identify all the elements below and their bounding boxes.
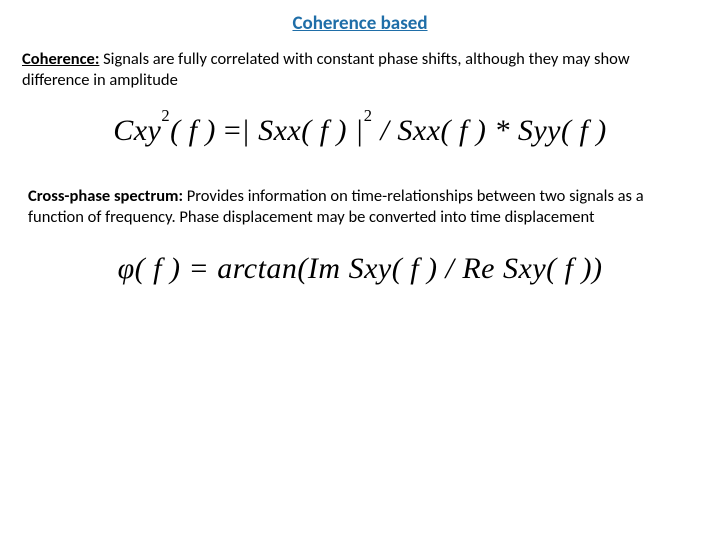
cross-phase-definition: Cross-phase spectrum: Provides informati… [28, 186, 692, 227]
formula1-mid: ( f ) =| Sxx( f ) | [170, 114, 364, 147]
cross-phase-term: Cross-phase spectrum: [28, 186, 183, 206]
formula1-lhs: Cxy [113, 114, 161, 147]
slide-title: Coherence based [22, 12, 698, 35]
formula1-sq1: 2 [161, 106, 170, 125]
coherence-body: Signals are fully correlated with consta… [22, 49, 630, 90]
slide: Coherence based Coherence: Signals are f… [0, 0, 720, 540]
formula1-sq2: 2 [364, 106, 373, 125]
cross-phase-formula: φ( f ) = arctan(Im Sxy( f ) / Re Sxy( f … [22, 252, 698, 286]
formula1-rhs: / Sxx( f ) * Syy( f ) [373, 114, 607, 147]
coherence-formula: Cxy2( f ) =| Sxx( f ) |2 / Sxx( f ) * Sy… [22, 114, 698, 148]
coherence-definition: Coherence: Signals are fully correlated … [22, 49, 698, 90]
coherence-term: Coherence: [22, 49, 99, 69]
formula2-text: φ( f ) = arctan(Im Sxy( f ) / Re Sxy( f … [118, 252, 603, 285]
